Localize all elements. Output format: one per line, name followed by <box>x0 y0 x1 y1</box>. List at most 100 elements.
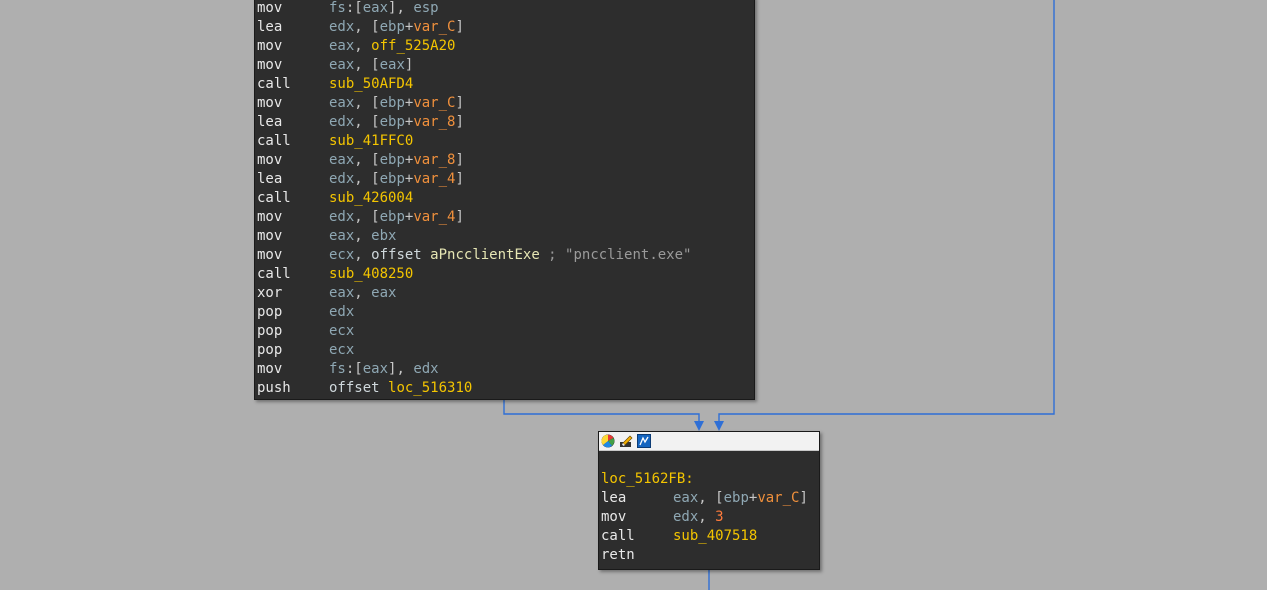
edit-rename-icon[interactable] <box>618 433 634 449</box>
operand-kw: offset <box>329 380 389 396</box>
operand-punct: ] <box>455 152 464 168</box>
operand-reg: eax <box>379 57 405 73</box>
instruction-line[interactable]: xor eax, eax <box>257 284 691 303</box>
operand-var[interactable]: var_4 <box>413 209 455 225</box>
instruction-line[interactable]: pop ecx <box>257 322 691 341</box>
instruction-line[interactable]: mov eax, [eax] <box>257 56 691 75</box>
operand-punct: ] <box>455 171 464 187</box>
operand-var[interactable]: var_C <box>757 490 799 506</box>
operand-reg: edx <box>329 171 355 187</box>
instruction-line[interactable]: lea edx, [ebp+var_8] <box>257 113 691 132</box>
edge-right-to-loc <box>718 0 1055 423</box>
operand-reg: ebp <box>723 490 749 506</box>
mnemonic: mov <box>257 228 283 244</box>
mnemonic: call <box>257 190 291 206</box>
code-block-loc-5162fb[interactable]: loc_5162FB: lea eax, [ebp+var_C] mov edx, 3… <box>598 431 820 570</box>
mnemonic: mov <box>257 247 283 263</box>
mnemonic: call <box>601 528 635 544</box>
instruction-line[interactable]: mov eax, ebx <box>257 227 691 246</box>
operand-var[interactable]: var_8 <box>413 152 455 168</box>
operand-kw: offset <box>371 247 431 263</box>
operand-reg: ecx <box>329 247 355 263</box>
operand-punct: :[ <box>345 361 363 377</box>
instruction-list: loc_5162FB: lea eax, [ebp+var_C] mov edx, 3… <box>601 470 808 565</box>
operand-reg: ebx <box>371 228 397 244</box>
mnemonic: mov <box>257 361 283 377</box>
instruction-line[interactable]: mov edx, [ebp+var_4] <box>257 208 691 227</box>
operand-string-ref[interactable]: aPncclientExe <box>430 247 540 263</box>
operand-var[interactable]: var_C <box>413 95 455 111</box>
operand-reg: edx <box>329 114 355 130</box>
instruction-line[interactable]: mov eax, [ebp+var_8] <box>257 151 691 170</box>
operand-num: 3 <box>715 509 724 525</box>
mnemonic: mov <box>257 57 283 73</box>
operand-reg: ecx <box>329 323 355 339</box>
operand-reg: eax <box>362 0 389 16</box>
instruction-line[interactable]: retn <box>601 546 808 565</box>
instruction-line[interactable]: call sub_408250 <box>257 265 691 284</box>
instruction-line[interactable]: lea edx, [ebp+var_4] <box>257 170 691 189</box>
operand-reg: ebp <box>379 114 405 130</box>
operand-reg: ebp <box>379 209 405 225</box>
operand-punct: , <box>354 228 372 244</box>
mnemonic: retn <box>601 547 635 563</box>
instruction-line[interactable]: call sub_426004 <box>257 189 691 208</box>
operand-punct: , <box>354 247 372 263</box>
operand-var[interactable]: var_4 <box>413 171 455 187</box>
operand-sym[interactable]: sub_407518 <box>673 528 757 544</box>
instruction-line[interactable]: push offset loc_516310 <box>257 379 691 398</box>
instruction-line[interactable]: call sub_41FFC0 <box>257 132 691 151</box>
operand-punct: ] <box>404 57 414 73</box>
operand-sym[interactable]: sub_426004 <box>329 190 413 206</box>
operand-reg: eax <box>329 285 355 301</box>
operand-punct: , <box>354 285 372 301</box>
operand-reg: edx <box>329 209 355 225</box>
instruction-line[interactable]: mov eax, off_525A20 <box>257 37 691 56</box>
operand-sym[interactable]: sub_41FFC0 <box>329 133 413 149</box>
loc-label[interactable]: loc_5162FB: <box>601 471 694 487</box>
operand-sym[interactable]: loc_516310 <box>388 380 472 396</box>
operand-reg: eax <box>329 38 355 54</box>
operand-punct: :[ <box>345 0 363 16</box>
graph-overview-icon[interactable] <box>636 433 652 449</box>
code-block-main[interactable]: mov fs:[eax], esp lea edx, [ebp+var_C] mov ea… <box>254 0 755 400</box>
instruction-line[interactable]: lea edx, [ebp+var_C] <box>257 18 691 37</box>
instruction-list: mov fs:[eax], esp lea edx, [ebp+var_C] mov ea… <box>257 0 691 398</box>
operand-punct: , [ <box>698 490 724 506</box>
operand-sym[interactable]: sub_50AFD4 <box>329 76 413 92</box>
operand-var[interactable]: var_8 <box>413 114 455 130</box>
color-palette-icon[interactable] <box>600 433 616 449</box>
operand-punct: , [ <box>354 209 380 225</box>
instruction-line[interactable]: pop edx <box>257 303 691 322</box>
instruction-line[interactable]: mov fs:[eax], esp <box>257 0 691 18</box>
operand-sym[interactable]: off_525A20 <box>371 38 455 54</box>
instruction-line[interactable]: call sub_407518 <box>601 527 808 546</box>
edge-main-to-loc <box>503 400 700 423</box>
operand-punct: ] <box>455 95 464 111</box>
operand-reg: ebp <box>379 171 405 187</box>
mnemonic: call <box>257 133 291 149</box>
operand-reg: eax <box>329 57 355 73</box>
instruction-line[interactable]: mov edx, 3 <box>601 508 808 527</box>
instruction-line[interactable]: pop ecx <box>257 341 691 360</box>
operand-reg: edx <box>329 304 355 320</box>
operand-reg: esp <box>413 0 439 16</box>
instruction-line[interactable]: mov ecx, offset aPncclientExe ; "pncclien… <box>257 246 691 265</box>
mnemonic: mov <box>257 95 283 111</box>
operand-punct: , <box>698 509 716 525</box>
instruction-line[interactable]: mov fs:[eax], edx <box>257 360 691 379</box>
operand-punct: , [ <box>354 19 380 35</box>
operand-var[interactable]: var_C <box>413 19 455 35</box>
mnemonic: mov <box>257 0 283 16</box>
operand-punct: ] <box>455 114 464 130</box>
instruction-line[interactable]: mov eax, [ebp+var_C] <box>257 94 691 113</box>
instruction-line[interactable]: lea eax, [ebp+var_C] <box>601 489 808 508</box>
mnemonic: call <box>257 266 291 282</box>
mnemonic: lea <box>601 490 627 506</box>
code-label[interactable]: loc_5162FB: <box>601 470 808 489</box>
instruction-line[interactable]: call sub_50AFD4 <box>257 75 691 94</box>
mnemonic: pop <box>257 323 283 339</box>
operand-punct: ], <box>388 0 414 16</box>
operand-sym[interactable]: sub_408250 <box>329 266 413 282</box>
operand-reg: eax <box>673 490 699 506</box>
